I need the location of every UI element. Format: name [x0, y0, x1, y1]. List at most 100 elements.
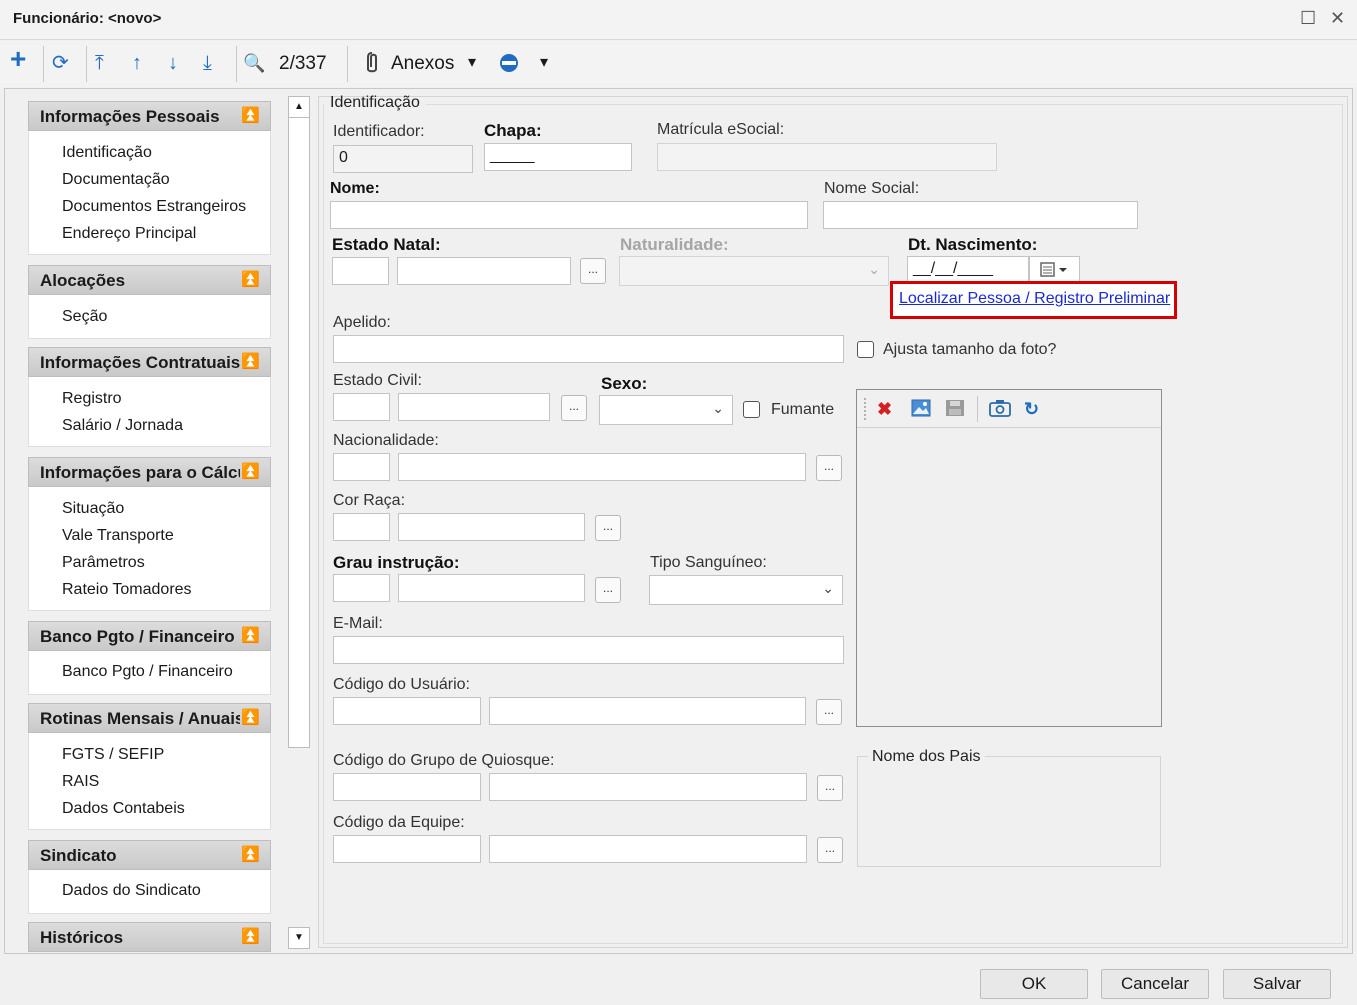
collapse-icon[interactable]: ⏫ [241, 352, 260, 370]
estado-civil-code[interactable] [333, 393, 390, 421]
estado-natal-label: Estado Natal: [332, 235, 441, 254]
codigo-usuario-lookup-button[interactable]: ... [816, 699, 842, 725]
nome-field[interactable] [330, 201, 808, 229]
nacionalidade-label: Nacionalidade: [333, 432, 439, 449]
codigo-usuario-code[interactable] [333, 697, 481, 725]
nacionalidade-code[interactable] [333, 453, 390, 481]
codigo-usuario-name[interactable] [489, 697, 806, 725]
cor-raca-lookup-button[interactable]: ... [595, 515, 621, 541]
section-header-alocacoes[interactable]: Alocações ⏫ [28, 265, 271, 295]
first-record-icon[interactable]: ⤒ [95, 50, 104, 76]
sidebar-item-dados-sindicato[interactable]: Dados do Sindicato [62, 882, 201, 900]
sidebar-item-parametros[interactable]: Parâmetros [62, 554, 145, 572]
paperclip-icon[interactable] [365, 51, 379, 81]
sidebar-scrollbar[interactable]: ▲ [288, 96, 310, 748]
load-image-icon[interactable] [911, 399, 931, 422]
email-field[interactable] [333, 636, 844, 664]
chapa-field[interactable]: _____ [484, 143, 632, 171]
tipo-sanguineo-select[interactable]: ⌄ [649, 575, 843, 605]
grau-instrucao-code[interactable] [333, 574, 390, 602]
sidebar-item-situacao[interactable]: Situação [62, 500, 124, 518]
scroll-up-icon[interactable]: ▲ [288, 96, 310, 118]
codigo-equipe-name[interactable] [489, 835, 807, 863]
add-icon[interactable]: + [10, 45, 26, 73]
rotate-icon[interactable]: ↻ [1024, 399, 1039, 420]
grau-instrucao-lookup-button[interactable]: ... [595, 577, 621, 603]
sidebar-item-documentos-estrangeiros[interactable]: Documentos Estrangeiros [62, 198, 246, 216]
attachments-button[interactable]: Anexos [391, 53, 454, 75]
sidebar-item-vale-transporte[interactable]: Vale Transporte [62, 527, 174, 545]
estado-natal-name[interactable] [397, 257, 571, 285]
sexo-select[interactable]: ⌄ [599, 395, 733, 425]
collapse-icon[interactable]: ⏫ [241, 845, 260, 863]
ajusta-foto-checkbox[interactable] [857, 341, 874, 358]
toolbar-separator [86, 46, 87, 82]
estado-natal-lookup-button[interactable]: ... [580, 258, 606, 284]
localizar-pessoa-link[interactable]: Localizar Pessoa / Registro Preliminar [899, 290, 1170, 308]
section-header-historicos[interactable]: Históricos ⏫ [28, 922, 271, 952]
sidebar-item-endereco-principal[interactable]: Endereço Principal [62, 225, 196, 243]
nome-social-label: Nome Social: [824, 180, 920, 197]
identificador-field[interactable]: 0 [333, 145, 473, 173]
sidebar-item-identificacao[interactable]: Identificação [62, 144, 152, 162]
codigo-quiosque-lookup-button[interactable]: ... [817, 775, 843, 801]
previous-record-icon[interactable]: ↑ [132, 50, 142, 76]
estado-natal-code[interactable] [332, 257, 389, 285]
grau-instrucao-name[interactable] [398, 574, 585, 602]
ok-button[interactable]: OK [980, 969, 1088, 999]
codigo-quiosque-code[interactable] [333, 773, 481, 801]
sidebar-item-rais[interactable]: RAIS [62, 773, 99, 791]
section-header-sindicato[interactable]: Sindicato ⏫ [28, 840, 271, 870]
ajusta-foto-label: Ajusta tamanho da foto? [883, 341, 1057, 358]
collapse-icon[interactable]: ⏫ [241, 462, 260, 480]
calendar-icon[interactable] [1029, 256, 1080, 284]
chevron-down-icon: ⌄ [868, 261, 880, 277]
sidebar-item-secao[interactable]: Seção [62, 308, 107, 326]
camera-icon[interactable] [989, 399, 1011, 422]
save-button[interactable]: Salvar [1223, 969, 1331, 999]
sidebar-item-documentacao[interactable]: Documentação [62, 171, 170, 189]
section-header-informacoes-calculo[interactable]: Informações para o Cálculo⏫ [28, 457, 271, 487]
collapse-icon[interactable]: ⏫ [241, 270, 260, 288]
apelido-field[interactable] [333, 335, 844, 363]
nacionalidade-name[interactable] [398, 453, 806, 481]
section-header-rotinas-mensais[interactable]: Rotinas Mensais / Anuais ⏫ [28, 703, 271, 733]
estado-civil-lookup-button[interactable]: ... [561, 395, 587, 421]
scroll-down-icon[interactable]: ▼ [288, 927, 310, 949]
close-icon[interactable]: ✕ [1330, 8, 1345, 29]
sidebar-item-rateio-tomadores[interactable]: Rateio Tomadores [62, 581, 192, 599]
maximize-icon[interactable]: ☐ [1300, 8, 1316, 29]
codigo-equipe-lookup-button[interactable]: ... [817, 837, 843, 863]
nacionalidade-lookup-button[interactable]: ... [816, 455, 842, 481]
attachments-dropdown-icon[interactable]: ▾ [468, 52, 476, 72]
collapse-icon[interactable]: ⏫ [241, 106, 260, 124]
save-photo-icon[interactable] [945, 399, 965, 422]
sidebar-item-dados-contabeis[interactable]: Dados Contabeis [62, 800, 185, 818]
search-icon[interactable]: 🔍 [243, 50, 265, 76]
codigo-equipe-code[interactable] [333, 835, 481, 863]
sidebar-item-salario-jornada[interactable]: Salário / Jornada [62, 417, 183, 435]
section-header-informacoes-contratuais[interactable]: Informações Contratuais ⏫ [28, 347, 271, 377]
next-record-icon[interactable]: ↓ [168, 50, 178, 76]
extra-dropdown-icon[interactable]: ▾ [540, 52, 548, 72]
sidebar-item-registro[interactable]: Registro [62, 390, 122, 408]
nome-social-field[interactable] [823, 201, 1138, 229]
delete-photo-icon[interactable]: ✖ [877, 399, 892, 420]
collapse-icon[interactable]: ⏫ [241, 927, 260, 945]
cancel-button[interactable]: Cancelar [1101, 969, 1209, 999]
cor-raca-name[interactable] [398, 513, 585, 541]
collapse-icon[interactable]: ⏫ [241, 626, 260, 644]
refresh-icon[interactable]: ⟳ [52, 50, 69, 76]
estado-civil-name[interactable] [398, 393, 550, 421]
dt-nascimento-field[interactable]: __/__/____ [907, 256, 1029, 284]
section-header-informacoes-pessoais[interactable]: Informações Pessoais ⏫ [28, 101, 271, 131]
collapse-icon[interactable]: ⏫ [241, 708, 260, 726]
section-header-banco-pgto[interactable]: Banco Pgto / Financeiro ⏫ [28, 621, 271, 651]
sidebar-item-banco-pgto[interactable]: Banco Pgto / Financeiro [62, 663, 233, 681]
codigo-quiosque-name[interactable] [489, 773, 807, 801]
extra-actions-icon[interactable] [498, 52, 520, 80]
sidebar-item-fgts-sefip[interactable]: FGTS / SEFIP [62, 746, 164, 764]
last-record-icon[interactable]: ⤓ [203, 50, 212, 76]
cor-raca-code[interactable] [333, 513, 390, 541]
fumante-checkbox[interactable] [743, 401, 760, 418]
